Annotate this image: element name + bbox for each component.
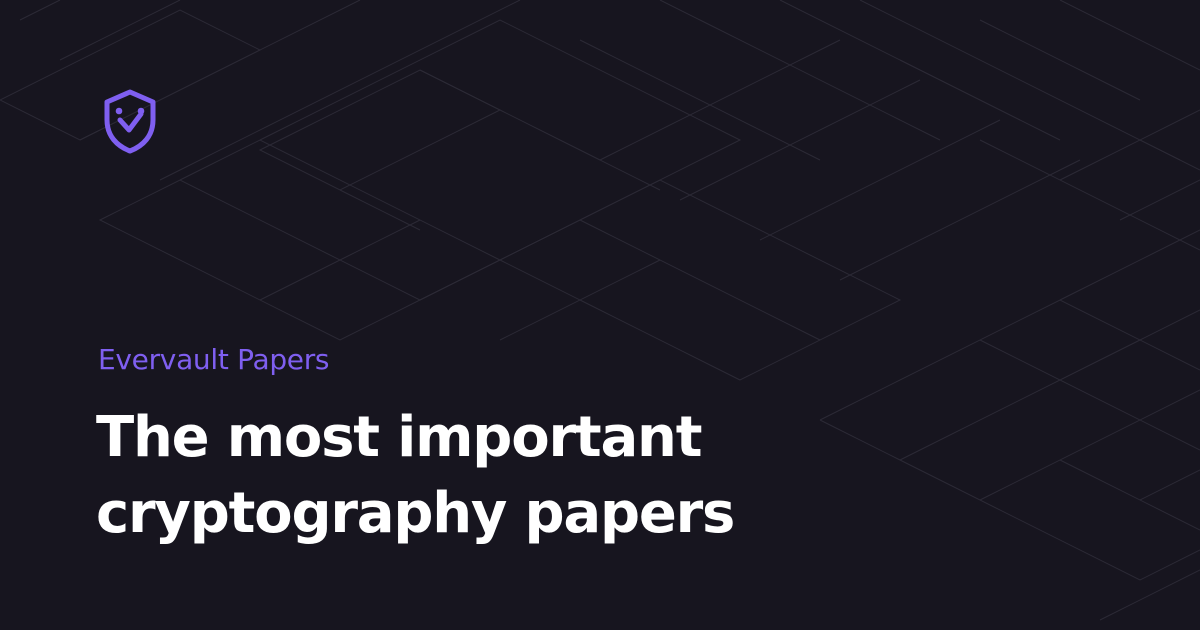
publication-name: Evervault Papers xyxy=(98,343,330,376)
title-line-1: The most important xyxy=(96,405,702,470)
title-line-2: cryptography papers xyxy=(96,481,735,546)
og-card: Evervault Papers The most important cryp… xyxy=(0,0,1200,630)
shield-check-icon xyxy=(104,89,156,154)
page-title: The most important cryptography papers xyxy=(96,400,1096,552)
